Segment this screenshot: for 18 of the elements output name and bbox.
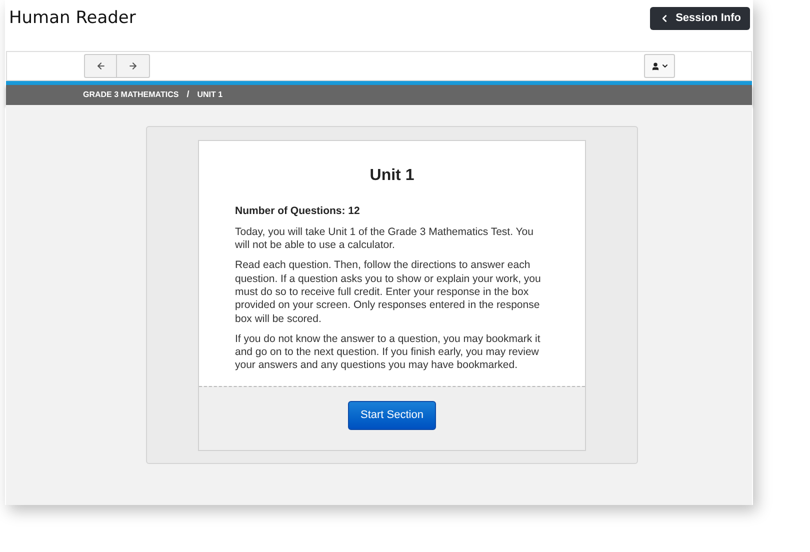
caret-icon [660,62,668,70]
back-button[interactable] [84,54,117,78]
section-title: Unit 1 [368,166,416,186]
user-icon [650,62,660,70]
arrow-left-icon [96,61,106,71]
instruction-paragraph: Today, you will take Unit 1 of the Grade 3 Mathematics Test. You will not be able to use a calculator. [235,226,534,252]
question-count: Number of Questions: 12 [235,204,361,219]
user-menu-button[interactable] [644,54,675,78]
arrow-right-icon [128,61,138,71]
breadcrumb-separator: / [186,88,190,102]
instruction-paragraph: Read each question. Then, follow the directions to answer each question. If a question asks you to show or explain your work, you must do so to receive full credit. Enter your response in the box provided on your screen. Only responses entered in the response box will be scored. [235,259,542,326]
instruction-paragraph: If you do not know the answer to a question, you may bookmark it and go on to the next question. If you finish early, you may review your answers and any questions you may have bookmarked. [235,332,542,373]
start-section-button[interactable]: Start Section [348,401,436,430]
breadcrumb-item[interactable]: GRADE 3 MATHEMATICS [83,89,179,101]
forward-button[interactable] [117,54,150,78]
breadcrumb-item[interactable]: UNIT 1 [197,89,223,101]
app-title: Human Reader [9,7,136,29]
session-info-button[interactable]: Session Info [650,7,750,30]
